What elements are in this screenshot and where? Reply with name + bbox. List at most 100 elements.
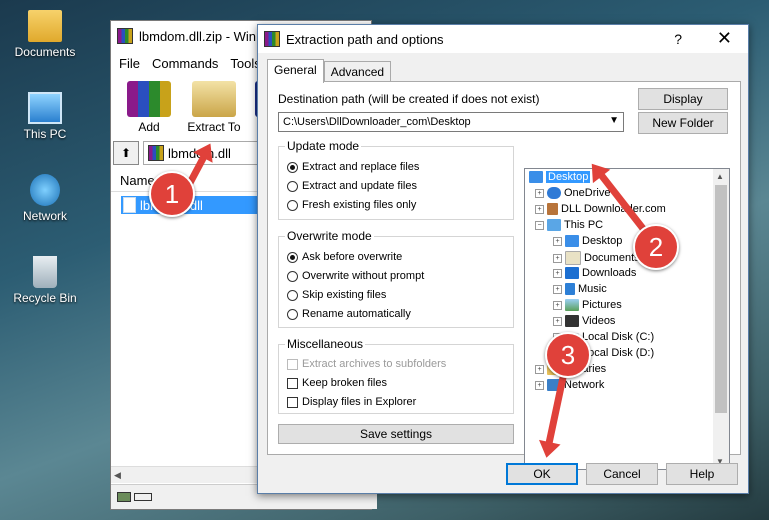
tree-item-label: Local Disk (D:) <box>582 347 655 359</box>
radio-button[interactable] <box>287 251 298 263</box>
tree-item-desktop-root[interactable]: Desktop <box>529 171 591 183</box>
dialog-title-bar[interactable]: Extraction path and options ? ✕ <box>258 25 748 53</box>
display-button[interactable]: Display <box>638 88 728 110</box>
music-icon <box>565 283 575 295</box>
help-icon[interactable]: ? <box>674 31 682 47</box>
tree-item-onedrive[interactable]: + OneDrive <box>535 187 610 199</box>
destination-path-combo[interactable]: C:\Users\DllDownloader_com\Desktop ▼ <box>278 112 624 132</box>
radio-extract-update[interactable]: Extract and update files <box>287 180 417 192</box>
tree-vertical-scrollbar[interactable]: ▲ ▼ <box>713 169 729 469</box>
checkbox-display-in-explorer[interactable]: Display files in Explorer <box>287 396 416 408</box>
option-label: Extract and replace files <box>302 161 420 173</box>
radio-ask-before-overwrite[interactable]: Ask before overwrite <box>287 251 402 263</box>
tree-item-desktop[interactable]: + Desktop <box>553 235 622 247</box>
expand-icon[interactable]: + <box>553 268 562 278</box>
winrar-icon <box>264 31 280 47</box>
pictures-icon <box>565 299 579 311</box>
overwrite-mode-title: Overwrite mode <box>285 229 374 243</box>
computer-icon <box>28 92 62 124</box>
extract-to-icon <box>192 81 236 117</box>
add-button[interactable]: Add <box>125 81 173 139</box>
radio-button[interactable] <box>287 270 298 282</box>
help-button[interactable]: Help <box>666 463 738 485</box>
recycle-bin-icon <box>33 256 57 288</box>
radio-rename-automatically[interactable]: Rename automatically <box>287 308 411 320</box>
tree-item-music[interactable]: + Music <box>553 283 607 295</box>
dll-file-icon <box>123 197 136 213</box>
radio-button[interactable] <box>287 161 298 173</box>
tree-item-user[interactable]: + DLL Downloader.com <box>535 203 666 215</box>
expand-icon[interactable]: + <box>535 188 544 198</box>
ok-button[interactable]: OK <box>506 463 578 485</box>
desktop-icon-recycle-bin[interactable]: Recycle Bin <box>7 256 83 305</box>
radio-fresh-existing[interactable]: Fresh existing files only <box>287 199 416 211</box>
horizontal-scrollbar[interactable]: ◀ <box>111 466 262 483</box>
tree-item-documents[interactable]: + Documents <box>553 251 640 265</box>
radio-button[interactable] <box>287 180 298 192</box>
expand-icon[interactable]: + <box>553 316 562 326</box>
destination-path-label: Destination path (will be created if doe… <box>278 92 540 106</box>
close-icon[interactable]: ✕ <box>717 28 732 49</box>
radio-overwrite-without-prompt[interactable]: Overwrite without prompt <box>287 270 424 282</box>
tree-item-label: Videos <box>582 315 616 327</box>
option-label: Extract archives to subfolders <box>302 358 447 370</box>
tree-item-label: Documents <box>584 252 640 264</box>
menu-file[interactable]: File <box>119 56 140 72</box>
radio-button[interactable] <box>287 289 298 301</box>
checkbox[interactable] <box>287 396 298 408</box>
save-settings-button[interactable]: Save settings <box>278 424 514 444</box>
expand-icon[interactable]: + <box>553 284 562 294</box>
expand-icon[interactable]: + <box>535 364 544 374</box>
menu-commands[interactable]: Commands <box>152 56 218 72</box>
expand-icon[interactable]: + <box>535 380 544 390</box>
new-folder-button[interactable]: New Folder <box>638 112 728 134</box>
up-folder-button[interactable]: ⬆ <box>113 141 139 165</box>
update-mode-title: Update mode <box>285 139 362 153</box>
tab-advanced[interactable]: Advanced <box>323 61 392 83</box>
tree-item-videos[interactable]: + Videos <box>553 315 615 327</box>
user-icon <box>547 203 558 215</box>
scrollbar-thumb[interactable] <box>715 185 727 413</box>
option-label: Extract and update files <box>302 180 417 192</box>
expand-icon[interactable]: + <box>553 236 562 246</box>
step-badge-3: 3 <box>545 332 591 378</box>
downloads-icon <box>565 267 579 279</box>
onedrive-icon <box>547 187 561 199</box>
radio-button[interactable] <box>287 308 298 320</box>
checkbox <box>287 358 298 370</box>
tree-item-pictures[interactable]: + Pictures <box>553 299 622 311</box>
radio-button[interactable] <box>287 199 298 211</box>
option-label: Overwrite without prompt <box>302 270 425 282</box>
radio-skip-existing[interactable]: Skip existing files <box>287 289 386 301</box>
scroll-up-icon[interactable]: ▲ <box>716 172 724 181</box>
collapse-icon[interactable]: − <box>535 220 544 230</box>
checkbox-keep-broken-files[interactable]: Keep broken files <box>287 377 387 389</box>
radio-extract-replace[interactable]: Extract and replace files <box>287 161 419 173</box>
tree-item-network[interactable]: + Network <box>535 379 604 391</box>
option-label: Fresh existing files only <box>302 199 417 211</box>
tree-item-this-pc[interactable]: − This PC <box>535 219 603 231</box>
expand-icon[interactable]: + <box>553 253 562 263</box>
checkbox[interactable] <box>287 377 298 389</box>
extract-to-button[interactable]: Extract To <box>185 81 243 139</box>
desktop-icon-label: Recycle Bin <box>13 291 77 305</box>
scroll-left-icon: ◀ <box>114 469 121 480</box>
tree-item-label: Downloads <box>582 267 637 279</box>
desktop-icon-network[interactable]: Network <box>7 174 83 223</box>
overwrite-mode-group: Overwrite mode Ask before overwrite Over… <box>278 229 514 328</box>
tree-item-label: DLL Downloader.com <box>561 203 666 215</box>
tree-item-downloads[interactable]: + Downloads <box>553 267 636 279</box>
desktop-icon-this-pc[interactable]: This PC <box>7 92 83 141</box>
tab-general[interactable]: General <box>267 59 324 83</box>
tree-item-label: This PC <box>564 219 604 231</box>
option-label: Ask before overwrite <box>302 251 403 263</box>
cancel-button[interactable]: Cancel <box>586 463 658 485</box>
folder-icon <box>28 10 62 42</box>
expand-icon[interactable]: + <box>553 300 562 310</box>
extract-to-button-label: Extract To <box>187 120 241 134</box>
desktop-icon-documents[interactable]: Documents <box>7 10 83 59</box>
documents-icon <box>565 251 581 265</box>
chevron-down-icon[interactable]: ▼ <box>609 115 619 126</box>
tree-item-label: Desktop <box>546 171 591 183</box>
expand-icon[interactable]: + <box>535 204 544 214</box>
